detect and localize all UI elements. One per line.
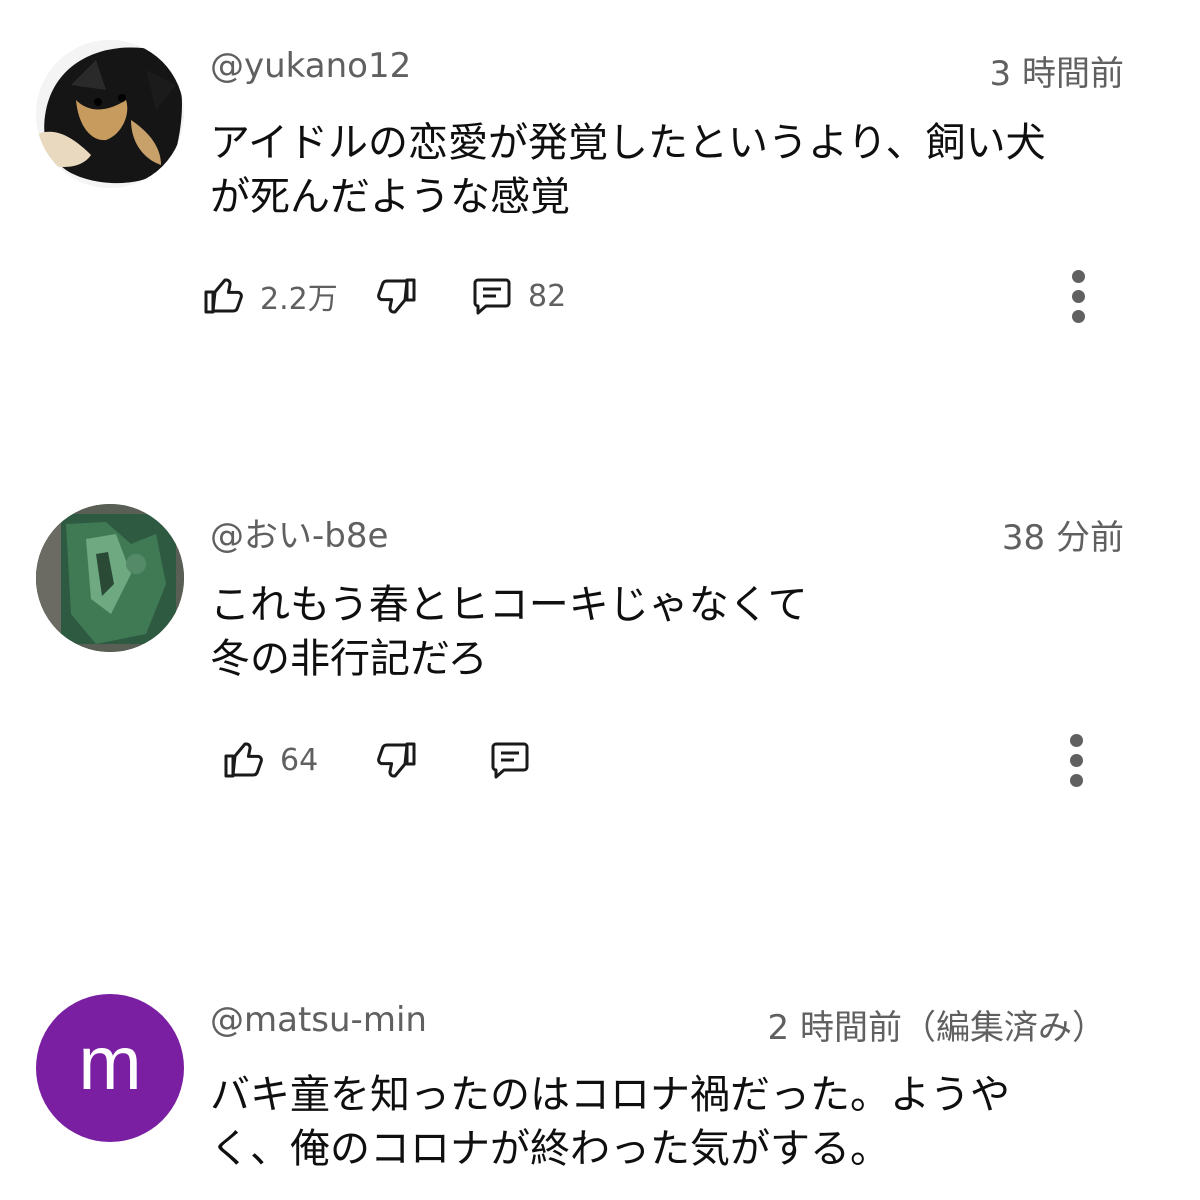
dog-avatar-image	[36, 40, 184, 188]
comment-text: アイドルの恋愛が発覚したというより、飼い犬 が死んだような感覚	[210, 120, 1046, 220]
like-button[interactable]: 2.2万	[200, 266, 338, 326]
avatar[interactable]: m	[36, 994, 184, 1142]
reply-button[interactable]	[486, 730, 534, 790]
like-count: 2.2万	[260, 282, 338, 317]
like-count: 64	[280, 742, 319, 778]
comment-author[interactable]: @matsu-min	[210, 1000, 427, 1040]
thumbs-up-icon	[224, 742, 263, 778]
dislike-button[interactable]	[372, 730, 420, 790]
thumbs-down-icon	[377, 278, 416, 314]
more-vert-icon[interactable]	[1064, 734, 1088, 794]
reply-count: 82	[528, 278, 567, 314]
comment-text: これもう春とヒコーキじゃなくて 冬の非行記だろ	[210, 582, 808, 682]
comment-text: バキ童を知ったのはコロナ禍だった。ようや く、俺のコロナが終わった気がする。	[210, 1072, 1010, 1172]
like-button[interactable]: 64	[220, 730, 318, 790]
comment-icon	[491, 742, 529, 779]
comment-actions: 2.2万 82	[0, 266, 1200, 326]
comment-actions: 64	[0, 730, 1200, 790]
green-photo-avatar-image	[36, 504, 184, 652]
avatar-letter: m	[78, 1021, 142, 1106]
reply-button[interactable]: 82	[468, 266, 566, 326]
comment-author[interactable]: @yukano12	[210, 46, 411, 86]
comment-author[interactable]: @おい-b8e	[210, 516, 388, 556]
avatar[interactable]	[36, 504, 184, 652]
thumbs-up-icon	[204, 278, 243, 314]
comment-timestamp[interactable]: 38 分前	[1002, 518, 1124, 558]
avatar[interactable]	[36, 40, 184, 188]
comment-timestamp[interactable]: 2 時間前（編集済み）	[768, 1008, 1106, 1048]
dislike-button[interactable]	[372, 266, 420, 326]
more-vert-icon[interactable]	[1066, 270, 1090, 330]
thumbs-down-icon	[377, 742, 416, 778]
comment-icon	[473, 278, 511, 315]
comment-timestamp[interactable]: 3 時間前	[990, 54, 1124, 94]
